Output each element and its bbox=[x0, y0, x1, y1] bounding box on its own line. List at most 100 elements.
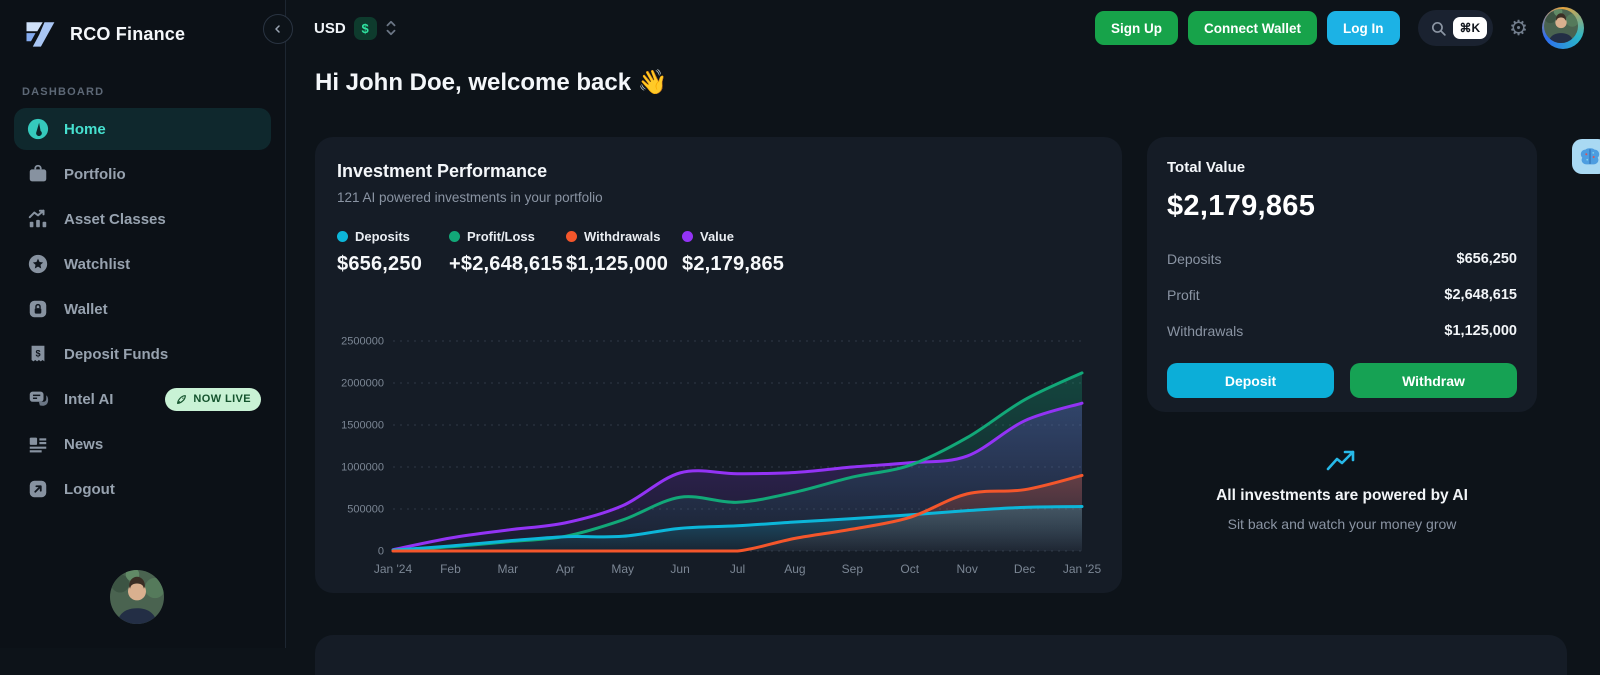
svg-text:Jun: Jun bbox=[670, 562, 689, 576]
sidebar-nav: Home Portfolio Asset Classes Watchlist Walle… bbox=[0, 108, 285, 510]
sidebar-item-intel-ai[interactable]: Intel AI NOW LIVE bbox=[14, 378, 271, 420]
svg-text:Oct: Oct bbox=[900, 562, 919, 576]
user-menu-button[interactable] bbox=[1542, 7, 1584, 49]
svg-text:May: May bbox=[611, 562, 634, 576]
topbar-actions: Sign Up Connect Wallet Log In ⌘K ⚙ bbox=[1095, 7, 1584, 49]
search-icon bbox=[1430, 20, 1447, 37]
svg-text:Jul: Jul bbox=[730, 562, 745, 576]
receipt-dollar-icon: $ bbox=[26, 342, 50, 366]
legend-value: $2,179,865 bbox=[682, 253, 802, 276]
total-value: $2,179,865 bbox=[1167, 190, 1517, 223]
legend-label: Value bbox=[700, 229, 734, 244]
svg-text:Feb: Feb bbox=[440, 562, 461, 576]
now-live-badge-label: NOW LIVE bbox=[193, 393, 251, 405]
summary-row-deposits: Deposits $656,250 bbox=[1167, 241, 1517, 277]
ai-note-title: All investments are powered by AI bbox=[1216, 487, 1468, 505]
legend-value: $656,250 bbox=[337, 253, 449, 276]
sidebar: RCO Finance DASHBOARD Home Portfolio Asset… bbox=[0, 0, 286, 648]
sidebar-item-label: Watchlist bbox=[64, 256, 130, 273]
now-live-badge: NOW LIVE bbox=[165, 388, 261, 411]
sidebar-item-deposit-funds[interactable]: $ Deposit Funds bbox=[14, 333, 271, 375]
brain-icon bbox=[1579, 146, 1600, 168]
summary-rows: Deposits$656,250Profit$2,648,615Withdraw… bbox=[1167, 241, 1517, 349]
sidebar-item-asset-classes[interactable]: Asset Classes bbox=[14, 198, 271, 240]
sidebar-item-label: Logout bbox=[64, 481, 115, 498]
search-button[interactable]: ⌘K bbox=[1418, 10, 1494, 46]
svg-text:Aug: Aug bbox=[784, 562, 805, 576]
star-icon bbox=[26, 252, 50, 276]
log-in-button[interactable]: Log In bbox=[1327, 11, 1400, 45]
rocket-icon bbox=[175, 393, 188, 406]
briefcase-icon bbox=[26, 162, 50, 186]
legend-item-withdrawals: Withdrawals$1,125,000 bbox=[566, 229, 682, 276]
total-value-card: Total Value $2,179,865 Deposits $656,250 P… bbox=[1147, 137, 1537, 412]
legend-dot-icon bbox=[566, 231, 577, 242]
legend-item-profit-loss: Profit/Loss+$2,648,615 bbox=[449, 229, 566, 276]
page-title: Hi John Doe, welcome back 👋 bbox=[315, 68, 668, 97]
svg-text:0: 0 bbox=[378, 546, 384, 558]
brand[interactable]: RCO Finance bbox=[0, 0, 285, 52]
next-section-card bbox=[315, 635, 1567, 675]
withdraw-button[interactable]: Withdraw bbox=[1350, 363, 1517, 398]
sidebar-item-watchlist[interactable]: Watchlist bbox=[14, 243, 271, 285]
lock-icon bbox=[26, 297, 50, 321]
trending-up-icon bbox=[1325, 448, 1359, 474]
sidebar-item-news[interactable]: News bbox=[14, 423, 271, 465]
sidebar-item-label: Deposit Funds bbox=[64, 346, 168, 363]
legend-value: $1,125,000 bbox=[566, 253, 682, 276]
chat-icon bbox=[26, 387, 50, 411]
legend-dot-icon bbox=[682, 231, 693, 242]
logout-icon bbox=[26, 477, 50, 501]
ai-note-subtitle: Sit back and watch your money grow bbox=[1228, 516, 1457, 532]
currency-code: USD bbox=[314, 20, 346, 37]
ai-assistant-fab[interactable] bbox=[1572, 139, 1600, 174]
legend-item-deposits: Deposits$656,250 bbox=[337, 229, 449, 276]
sidebar-item-logout[interactable]: Logout bbox=[14, 468, 271, 510]
chevron-left-icon bbox=[272, 23, 284, 35]
avatar bbox=[1544, 9, 1578, 43]
svg-text:Jan '25: Jan '25 bbox=[1063, 562, 1102, 576]
svg-text:$: $ bbox=[35, 348, 40, 358]
summary-row-value: $1,125,000 bbox=[1444, 323, 1517, 339]
svg-text:Dec: Dec bbox=[1014, 562, 1035, 576]
chart-card-title: Investment Performance bbox=[337, 161, 1100, 182]
svg-text:2500000: 2500000 bbox=[341, 336, 384, 348]
legend-value: +$2,648,615 bbox=[449, 253, 566, 276]
sidebar-item-portfolio[interactable]: Portfolio bbox=[14, 153, 271, 195]
sidebar-item-label: Intel AI bbox=[64, 391, 113, 408]
svg-text:500000: 500000 bbox=[347, 504, 384, 516]
sidebar-user-avatar[interactable] bbox=[110, 570, 164, 624]
sidebar-item-home[interactable]: Home bbox=[14, 108, 271, 150]
summary-actions: Deposit Withdraw bbox=[1167, 363, 1517, 398]
summary-title: Total Value bbox=[1167, 159, 1517, 176]
summary-row-profit: Profit $2,648,615 bbox=[1167, 277, 1517, 313]
sidebar-item-label: Asset Classes bbox=[64, 211, 166, 228]
svg-text:1500000: 1500000 bbox=[341, 420, 384, 432]
sidebar-collapse-button[interactable] bbox=[263, 14, 293, 44]
currency-selector[interactable]: USD $ bbox=[314, 17, 397, 40]
sidebar-item-label: Portfolio bbox=[64, 166, 126, 183]
deposit-button[interactable]: Deposit bbox=[1167, 363, 1334, 398]
svg-text:Jan '24: Jan '24 bbox=[374, 562, 413, 576]
topbar: USD $ Sign Up Connect Wallet Log In ⌘K ⚙ bbox=[286, 0, 1600, 56]
summary-row-value: $2,648,615 bbox=[1444, 287, 1517, 303]
ai-note: All investments are powered by AI Sit ba… bbox=[1147, 448, 1537, 532]
svg-text:Apr: Apr bbox=[556, 562, 575, 576]
chart-card-subtitle: 121 AI powered investments in your portf… bbox=[337, 190, 1100, 205]
dollar-badge-icon: $ bbox=[354, 17, 377, 40]
sidebar-item-label: Home bbox=[64, 121, 106, 138]
legend-dot-icon bbox=[449, 231, 460, 242]
connect-wallet-button[interactable]: Connect Wallet bbox=[1188, 11, 1317, 45]
auth-buttons: Sign Up Connect Wallet Log In bbox=[1095, 11, 1400, 45]
investment-performance-card: Investment Performance 121 AI powered in… bbox=[315, 137, 1122, 593]
settings-button[interactable]: ⚙ bbox=[1509, 18, 1528, 39]
summary-row-label: Profit bbox=[1167, 287, 1200, 303]
chevron-up-down-icon bbox=[385, 20, 397, 36]
sign-up-button[interactable]: Sign Up bbox=[1095, 11, 1178, 45]
svg-text:1000000: 1000000 bbox=[341, 462, 384, 474]
summary-row-label: Deposits bbox=[1167, 251, 1221, 267]
summary-row-value: $656,250 bbox=[1457, 251, 1517, 267]
sidebar-item-wallet[interactable]: Wallet bbox=[14, 288, 271, 330]
main-area: USD $ Sign Up Connect Wallet Log In ⌘K ⚙ H… bbox=[286, 0, 1600, 648]
sidebar-section-label: DASHBOARD bbox=[22, 86, 285, 98]
